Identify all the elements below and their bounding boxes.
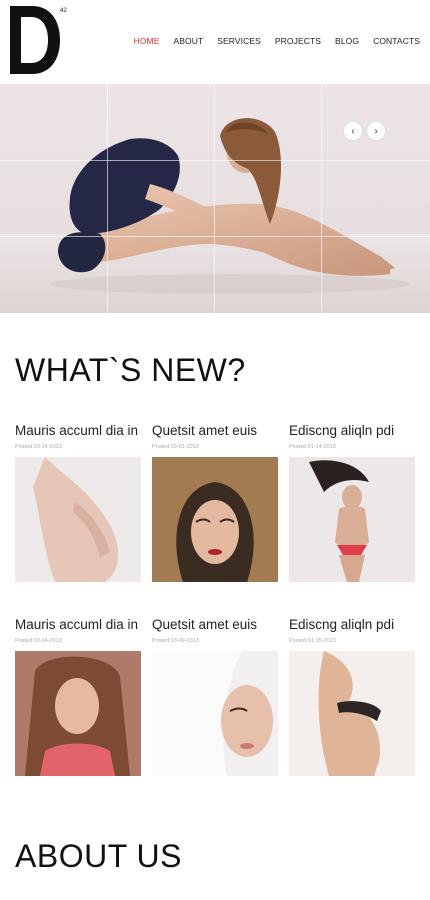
chevron-right-icon: ›: [374, 125, 378, 137]
post-title[interactable]: Quetsit amet euis: [152, 423, 278, 438]
post-card[interactable]: Quetsit amet euis Posted 03-09-2013: [152, 617, 278, 776]
post-date: Posted 01-14-2013: [289, 444, 336, 450]
hero-slider: ‹ ›: [0, 84, 430, 313]
post-card[interactable]: Ediscng aliqln pdi Posted 01-14-2013: [289, 423, 415, 582]
whats-new-heading: WHAT`S NEW?: [15, 352, 246, 388]
post-title[interactable]: Ediscng aliqln pdi: [289, 423, 415, 438]
post-thumbnail[interactable]: [289, 457, 415, 582]
post-card[interactable]: Mauris accuml dia in Posted 03-14-2013: [15, 617, 141, 776]
hero-grid-line: [0, 160, 430, 161]
hero-grid-line: [107, 84, 108, 313]
slider-prev-button[interactable]: ‹: [343, 121, 363, 141]
post-image: [289, 651, 415, 776]
post-title[interactable]: Ediscng aliqln pdi: [289, 617, 415, 632]
post-date: Posted 03-14-2013: [15, 638, 62, 644]
post-card[interactable]: Mauris accuml dia in Posted 03-14-2013: [15, 423, 141, 582]
about-us-heading: ABOUT US: [15, 838, 182, 874]
nav-services[interactable]: SERVICES: [217, 36, 261, 46]
post-thumbnail[interactable]: [152, 457, 278, 582]
post-title[interactable]: Quetsit amet euis: [152, 617, 278, 632]
post-card[interactable]: Ediscng aliqln pdi Posted 01-15-2013: [289, 617, 415, 776]
hero-image: [0, 118, 430, 313]
chevron-left-icon: ‹: [351, 125, 355, 137]
slider-next-button[interactable]: ›: [366, 121, 386, 141]
post-date: Posted 03-09-2013: [152, 638, 199, 644]
post-image: [289, 457, 415, 582]
post-title[interactable]: Mauris accuml dia in: [15, 617, 141, 632]
site-header: 42 HOME ABOUT SERVICES PROJECTS BLOG CON…: [0, 0, 430, 84]
post-image: [152, 457, 278, 582]
main-nav: HOME ABOUT SERVICES PROJECTS BLOG CONTAC…: [134, 36, 420, 46]
post-title[interactable]: Mauris accuml dia in: [15, 423, 141, 438]
logo-superscript: 42: [60, 8, 67, 14]
post-date: Posted 03-01-2013: [152, 444, 199, 450]
nav-contacts[interactable]: CONTACTS: [373, 36, 420, 46]
post-thumbnail[interactable]: [15, 457, 141, 582]
logo-d-mark: [10, 6, 60, 74]
post-image: [15, 457, 141, 582]
post-date: Posted 03-14-2013: [15, 444, 62, 450]
post-card[interactable]: Quetsit amet euis Posted 03-01-2013: [152, 423, 278, 582]
post-thumbnail[interactable]: [152, 651, 278, 776]
nav-projects[interactable]: PROJECTS: [275, 36, 321, 46]
hero-grid-line: [321, 84, 322, 313]
site-logo[interactable]: 42: [10, 6, 67, 74]
post-date: Posted 01-15-2013: [289, 638, 336, 644]
post-image: [152, 651, 278, 776]
post-image: [15, 651, 141, 776]
hero-grid-line: [214, 84, 215, 313]
nav-blog[interactable]: BLOG: [335, 36, 359, 46]
post-thumbnail[interactable]: [15, 651, 141, 776]
nav-about[interactable]: ABOUT: [173, 36, 203, 46]
hero-grid-line: [0, 236, 430, 237]
post-thumbnail[interactable]: [289, 651, 415, 776]
nav-home[interactable]: HOME: [134, 36, 160, 46]
